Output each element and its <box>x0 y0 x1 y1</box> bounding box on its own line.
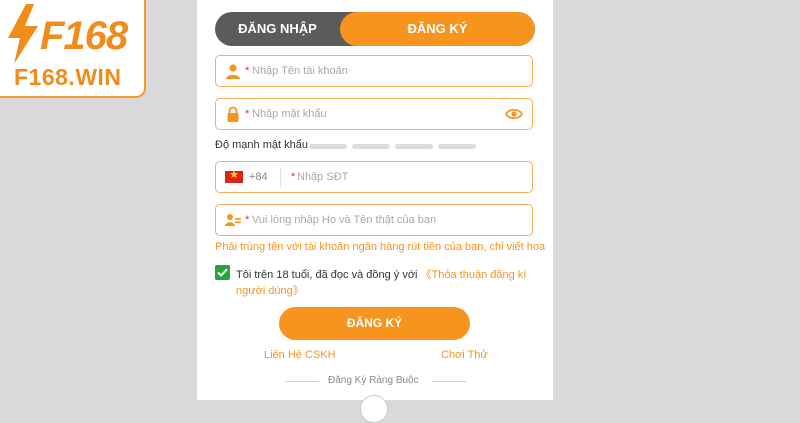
social-login-button[interactable] <box>360 395 388 423</box>
terms-link[interactable]: 《Thỏa thuận đăng kí <box>421 269 527 281</box>
required-mark: * <box>245 214 250 226</box>
strength-bar <box>309 144 347 149</box>
user-icon <box>226 64 240 79</box>
agree-checkbox[interactable] <box>215 265 230 280</box>
logo-main-text: F168 <box>40 14 128 58</box>
fullname-input[interactable]: * Vui lòng nhập Họ và Tên thật của bạn <box>215 204 533 236</box>
agree-text: Tôi trên 18 tuổi, đã đọc và đồng ý với <box>236 269 418 281</box>
bind-register-label: Đăng Ký Ràng Buộc <box>328 375 419 386</box>
field-divider <box>280 168 281 188</box>
strength-label: Độ mạnh mật khẩu <box>215 139 308 151</box>
tab-login[interactable]: ĐĂNG NHẬP <box>215 12 340 46</box>
required-mark: * <box>245 65 250 77</box>
strength-bar <box>352 144 390 149</box>
phone-placeholder: Nhập SĐT <box>297 171 349 183</box>
footer-divider-left <box>285 381 319 382</box>
strength-bar <box>395 144 433 149</box>
username-placeholder: Nhập Tên tài khoản <box>252 65 348 77</box>
lock-icon <box>227 106 239 122</box>
tab-register[interactable]: ĐĂNG KÝ <box>340 12 535 46</box>
footer-divider-right <box>432 381 466 382</box>
country-code[interactable]: +84 <box>249 170 268 184</box>
password-placeholder: Nhập mật khẩu <box>252 108 327 120</box>
required-mark: * <box>245 108 250 120</box>
id-card-icon <box>225 214 241 226</box>
lightning-icon <box>8 4 38 64</box>
trial-link[interactable]: Chơi Thử <box>441 349 488 361</box>
fullname-hint: Phải trùng tên với tài khoản ngân hàng r… <box>215 241 546 253</box>
fullname-placeholder: Vui lòng nhập Họ và Tên thật của bạn <box>252 214 437 226</box>
vietnam-flag-icon[interactable]: ★ <box>225 169 243 183</box>
register-button[interactable]: ĐĂNG KÝ <box>279 307 470 340</box>
auth-tabs: ĐĂNG NHẬP ĐĂNG KÝ <box>215 12 535 46</box>
brand-logo[interactable]: F168 F168.WIN <box>0 0 146 98</box>
support-link[interactable]: Liên Hệ CSKH <box>264 349 336 361</box>
phone-input[interactable]: ★ +84 * Nhập SĐT <box>215 161 533 193</box>
agree-text-line: Tôi trên 18 tuổi, đã đọc và đồng ý với 《… <box>236 266 526 282</box>
strength-bar <box>438 144 476 149</box>
password-input[interactable]: * Nhập mật khẩu <box>215 98 533 130</box>
terms-link-continued[interactable]: người dùng》 <box>236 282 304 298</box>
logo-sub-text: F168.WIN <box>14 64 122 90</box>
eye-icon[interactable] <box>505 107 523 121</box>
checkmark-icon <box>217 268 228 277</box>
required-mark: * <box>291 171 296 183</box>
username-input[interactable]: * Nhập Tên tài khoản <box>215 55 533 87</box>
